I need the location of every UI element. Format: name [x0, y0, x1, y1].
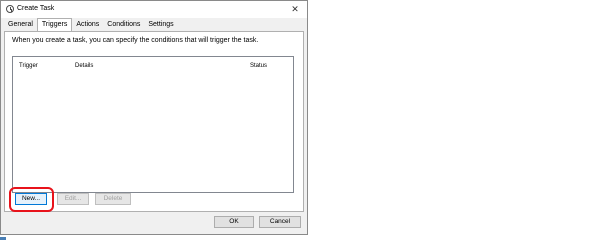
ok-button[interactable]: OK: [214, 216, 254, 228]
column-header-status[interactable]: Status: [250, 63, 267, 69]
triggers-description: When you create a task, you can specify …: [12, 37, 259, 44]
tab-triggers[interactable]: Triggers: [36, 18, 73, 31]
tab-actions[interactable]: Actions: [72, 20, 103, 31]
create-task-dialog: Create Task ✕ General Triggers Actions C…: [0, 0, 308, 235]
tab-settings[interactable]: Settings: [144, 20, 177, 31]
title-bar[interactable]: Create Task ✕: [1, 1, 307, 18]
clock-icon: [6, 5, 14, 13]
new-trigger-button[interactable]: New...: [15, 193, 47, 205]
tab-general[interactable]: General: [4, 20, 37, 31]
cancel-button[interactable]: Cancel: [259, 216, 301, 228]
close-icon[interactable]: ✕: [289, 3, 301, 15]
edit-trigger-button[interactable]: Edit...: [57, 193, 89, 205]
background-edge: [0, 237, 6, 240]
column-header-details[interactable]: Details: [75, 63, 93, 69]
delete-trigger-button[interactable]: Delete: [95, 193, 131, 205]
window-title: Create Task: [17, 5, 55, 12]
screenshot-stage: Create Task ✕ General Triggers Actions C…: [0, 0, 616, 248]
column-header-trigger[interactable]: Trigger: [19, 63, 38, 69]
tab-conditions[interactable]: Conditions: [103, 20, 144, 31]
triggers-list[interactable]: Trigger Details Status: [12, 56, 294, 193]
